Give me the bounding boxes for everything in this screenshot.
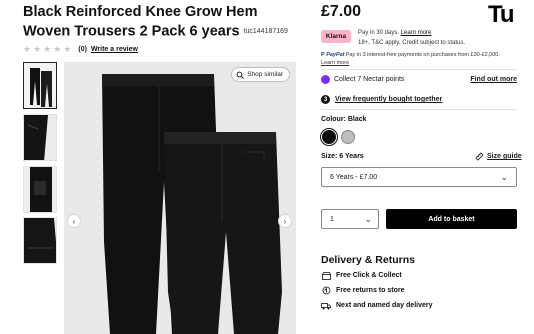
star-icon: ★ <box>23 43 32 54</box>
star-icon: ★ <box>43 43 52 54</box>
product-code: tuc144187169 <box>243 28 288 35</box>
colour-label: Colour: Black <box>321 116 367 123</box>
thumbnail-1[interactable] <box>23 62 57 109</box>
thumbnail-2[interactable] <box>23 114 57 161</box>
trousers-detail-thumbnail <box>24 115 56 160</box>
next-image-button[interactable]: › <box>278 214 292 228</box>
rating-row: ★ ★ ★ ★ ★ (0) Write a review <box>23 44 138 54</box>
delivery-item-free-returns: Free returns to store <box>321 286 404 295</box>
colour-swatch-black[interactable] <box>322 130 336 144</box>
star-icon: ★ <box>33 43 42 54</box>
thumbnail-3[interactable] <box>23 166 57 213</box>
klarna-line1: Pay in 30 days. <box>358 30 400 36</box>
klarna-line2: 18+, T&C apply, Credit subject to status… <box>358 40 465 46</box>
add-to-basket-button[interactable]: Add to basket <box>386 209 517 229</box>
star-icon: ★ <box>63 43 72 54</box>
ruler-icon <box>475 152 484 161</box>
find-out-more-link[interactable]: Find out more <box>470 76 517 83</box>
trousers-thumbnail-image <box>24 63 56 108</box>
colour-swatch-grey[interactable] <box>341 130 355 144</box>
size-guide-link[interactable]: Size guide <box>475 152 522 161</box>
product-title: Black Reinforced Knee Grow Hem Woven Tro… <box>23 3 303 41</box>
delivery-item-next-day: Next and named day delivery <box>321 301 432 310</box>
main-product-image: Shop similar ‹ › <box>64 62 296 334</box>
klarna-badge: Klarna <box>321 30 351 43</box>
delivery-item-label: Next and named day delivery <box>336 302 433 309</box>
nectar-row: Collect 7 Nectar points Find out more <box>321 75 517 84</box>
delivery-item-click-collect: Free Click & Collect <box>321 271 402 280</box>
thumbnail-4[interactable] <box>23 217 57 264</box>
shop-similar-label: Shop similar <box>247 71 283 78</box>
delivery-truck-icon <box>321 301 331 310</box>
product-price: £7.00 <box>321 3 362 20</box>
shop-similar-icon <box>236 71 245 79</box>
prev-image-button[interactable]: ‹ <box>67 214 81 228</box>
fbt-link[interactable]: View frequently bought together <box>335 96 442 103</box>
trousers-hem-thumbnail <box>24 218 56 263</box>
review-count: (0) <box>78 45 87 53</box>
klarna-learn-more-link[interactable]: Learn more <box>401 30 432 36</box>
size-select[interactable]: 6 Years - £7.00 ⌄ <box>321 167 517 187</box>
chevron-right-icon: › <box>283 216 287 226</box>
paypal-icon: P <box>321 52 325 58</box>
trousers-product-image <box>64 62 296 334</box>
delivery-item-label: Free returns to store <box>336 287 405 294</box>
paypal-learn-more-link[interactable]: Learn more <box>321 60 349 66</box>
star-rating: ★ ★ ★ ★ ★ <box>23 43 72 54</box>
fbt-number-badge: 3 <box>321 95 330 104</box>
quantity-value: 1 <box>330 215 334 223</box>
chevron-down-icon: ⌄ <box>500 171 508 182</box>
star-icon: ★ <box>53 43 62 54</box>
size-guide-label: Size guide <box>487 153 522 160</box>
chevron-down-icon: ⌄ <box>364 213 372 224</box>
product-title-text: Black Reinforced Knee Grow Hem Woven Tro… <box>23 4 258 40</box>
returns-icon <box>321 286 331 295</box>
shop-similar-button[interactable]: Shop similar <box>231 67 290 82</box>
nectar-icon <box>321 75 330 84</box>
write-review-link[interactable]: Write a review <box>91 46 138 53</box>
divider <box>321 69 517 70</box>
paypal-info: P PayPal Pay in 3 interest-free payments… <box>321 52 500 67</box>
tu-logo[interactable]: Tu <box>488 1 515 29</box>
size-select-value: 6 Years - £7.00 <box>330 173 378 181</box>
klarna-info: Pay in 30 days. Learn more 18+, T&C appl… <box>358 28 465 48</box>
paypal-brand: PayPal <box>326 52 345 58</box>
delivery-item-label: Free Click & Collect <box>336 272 402 279</box>
chevron-left-icon: ‹ <box>72 216 76 226</box>
quantity-select[interactable]: 1 ⌄ <box>321 209 379 229</box>
store-icon <box>321 271 331 280</box>
size-label: Size: 6 Years <box>321 153 364 160</box>
nectar-text: Collect 7 Nectar points <box>334 76 405 83</box>
divider <box>321 109 517 110</box>
paypal-line: Pay in 3 interest-free payments on purch… <box>345 52 500 58</box>
frequently-bought-together[interactable]: 3 View frequently bought together <box>321 95 442 104</box>
delivery-returns-heading: Delivery & Returns <box>321 254 415 266</box>
trousers-knee-thumbnail <box>24 167 56 212</box>
